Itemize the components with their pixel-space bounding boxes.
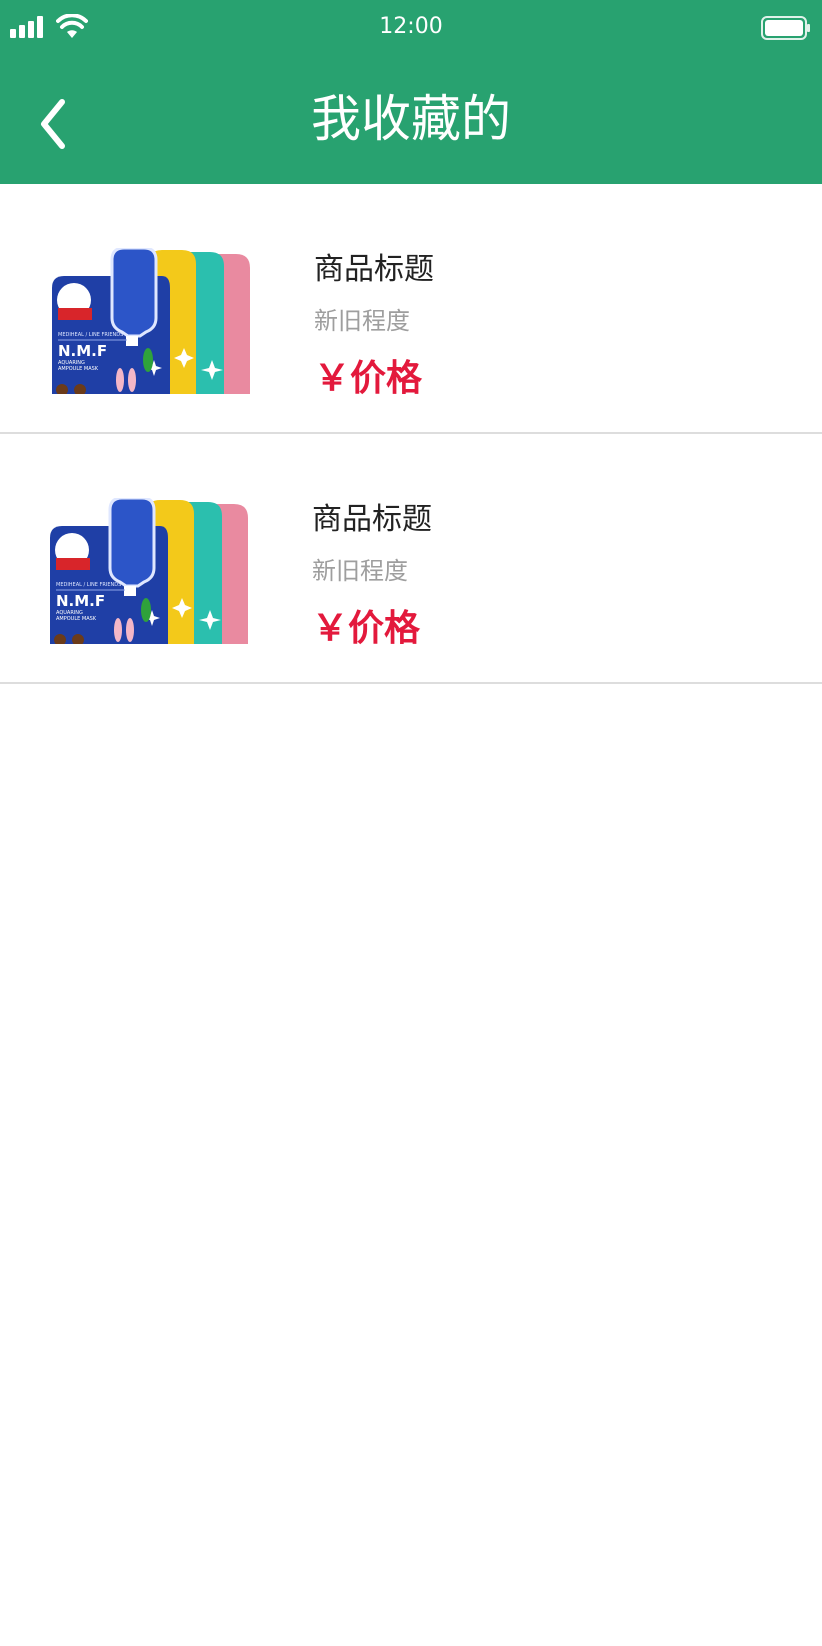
product-image-name: N.M.F bbox=[58, 342, 108, 360]
status-time: 12:00 bbox=[379, 14, 443, 39]
item-price: ￥价格 bbox=[312, 608, 421, 649]
app-header: 12:00 我收藏的 bbox=[0, 0, 822, 184]
product-image-name: N.M.F bbox=[56, 592, 106, 610]
favorite-item[interactable]: MEDIHEAL / LINE FRIENDS N.M.F AQUARING A… bbox=[0, 434, 822, 684]
favorites-list: MEDIHEAL / LINE FRIENDS N.M.F AQUARING A… bbox=[0, 184, 822, 684]
item-info: 商品标题 新旧程度 ￥价格 bbox=[312, 500, 432, 652]
item-title[interactable]: 商品标题 bbox=[312, 500, 432, 540]
item-condition: 新旧程度 bbox=[314, 307, 410, 335]
item-title[interactable]: 商品标题 bbox=[314, 250, 434, 290]
nav-bar: 我收藏的 bbox=[0, 54, 822, 184]
item-info: 商品标题 新旧程度 ￥价格 bbox=[314, 250, 434, 402]
product-image-brand: MEDIHEAL / LINE FRIENDS bbox=[56, 582, 122, 588]
item-condition: 新旧程度 bbox=[312, 557, 408, 585]
product-image-sub2: AMPOULE MASK bbox=[56, 616, 97, 622]
battery-icon bbox=[761, 16, 810, 40]
product-image-sub2: AMPOULE MASK bbox=[58, 366, 99, 372]
status-bar: 12:00 bbox=[0, 0, 822, 54]
product-image-brand: MEDIHEAL / LINE FRIENDS bbox=[58, 332, 124, 338]
favorite-item[interactable]: MEDIHEAL / LINE FRIENDS N.M.F AQUARING A… bbox=[0, 184, 822, 434]
product-image: MEDIHEAL / LINE FRIENDS N.M.F AQUARING A… bbox=[52, 248, 262, 394]
page-title: 我收藏的 bbox=[311, 90, 511, 148]
item-price: ￥价格 bbox=[314, 358, 423, 399]
product-image: MEDIHEAL / LINE FRIENDS N.M.F AQUARING A… bbox=[50, 498, 260, 644]
